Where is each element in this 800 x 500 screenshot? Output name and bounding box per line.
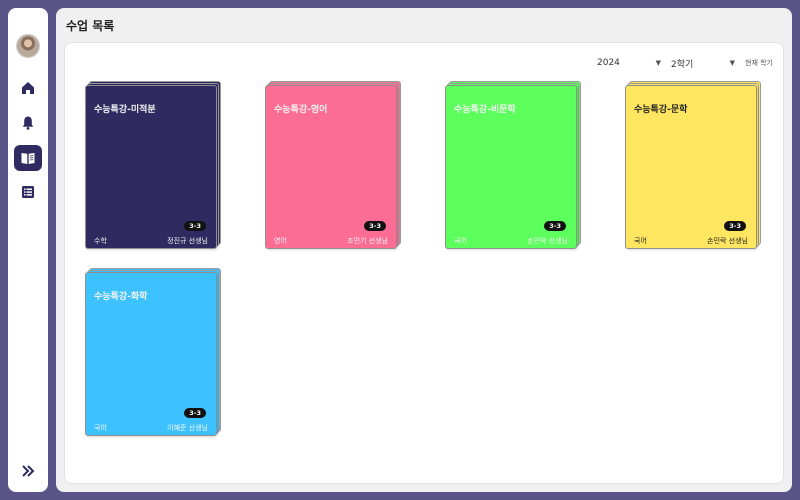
nav-list[interactable] bbox=[14, 179, 42, 205]
main-panel: 수업 목록 2024 ▼ 2학기 ▼ 현재 학기 수능특강-미적분 3-3 수학… bbox=[56, 8, 792, 492]
course-teacher: 정진규 선생님 bbox=[167, 237, 208, 245]
card-cover: 수능특강-미적분 3-3 수학 정진규 선생님 bbox=[85, 85, 217, 249]
course-card[interactable]: 수능특강-영어 3-3 영어 조민기 선생님 bbox=[265, 81, 401, 253]
caret-down-icon: ▼ bbox=[655, 59, 661, 67]
card-cover: 수능특강-비문학 3-3 국어 손민락 선생님 bbox=[445, 85, 577, 249]
year-select[interactable]: 2024 ▼ bbox=[597, 58, 661, 68]
class-badge: 3-3 bbox=[544, 221, 566, 231]
course-teacher: 이혜준 선생님 bbox=[167, 424, 208, 432]
nav-notifications[interactable] bbox=[14, 110, 42, 136]
course-card[interactable]: 수능특강-문학 3-3 국어 손민락 선생님 bbox=[625, 81, 761, 253]
term-filters: 2024 ▼ 2학기 ▼ 현재 학기 bbox=[597, 55, 773, 71]
course-teacher: 조민기 선생님 bbox=[347, 237, 388, 245]
course-card[interactable]: 수능특강-화학 3-3 국어 이혜준 선생님 bbox=[85, 268, 221, 440]
caret-down-icon: ▼ bbox=[729, 59, 735, 67]
list-icon bbox=[22, 186, 34, 198]
course-list: 2024 ▼ 2학기 ▼ 현재 학기 수능특강-미적분 3-3 수학 정진규 선… bbox=[64, 42, 784, 484]
course-teacher: 손민락 선생님 bbox=[527, 237, 568, 245]
course-title: 수능특강-비문학 bbox=[454, 105, 516, 115]
home-icon bbox=[22, 82, 34, 94]
expand-sidebar-button[interactable] bbox=[16, 460, 40, 482]
avatar[interactable] bbox=[16, 34, 40, 58]
course-subject: 국어 bbox=[454, 237, 467, 245]
book-icon bbox=[21, 153, 35, 164]
course-teacher: 손민락 선생님 bbox=[707, 237, 748, 245]
card-cover: 수능특강-영어 3-3 영어 조민기 선생님 bbox=[265, 85, 397, 249]
current-term-link[interactable]: 현재 학기 bbox=[745, 58, 773, 68]
semester-select-value: 2학기 bbox=[671, 59, 694, 70]
double-chevron-right-icon bbox=[22, 465, 35, 477]
course-card[interactable]: 수능특강-비문학 3-3 국어 손민락 선생님 bbox=[445, 81, 581, 253]
class-badge: 3-3 bbox=[184, 221, 206, 231]
course-title: 수능특강-미적분 bbox=[94, 105, 156, 115]
nav-classes[interactable] bbox=[14, 145, 42, 171]
nav-home[interactable] bbox=[14, 75, 42, 101]
course-card[interactable]: 수능특강-미적분 3-3 수학 정진규 선생님 bbox=[85, 81, 221, 253]
class-badge: 3-3 bbox=[724, 221, 746, 231]
semester-select[interactable]: 2학기 ▼ bbox=[671, 57, 735, 70]
sidebar bbox=[8, 8, 48, 492]
course-subject: 국어 bbox=[634, 237, 647, 245]
course-subject: 수학 bbox=[94, 237, 107, 245]
class-badge: 3-3 bbox=[364, 221, 386, 231]
course-title: 수능특강-문학 bbox=[634, 105, 688, 115]
course-subject: 국어 bbox=[94, 424, 107, 432]
course-title: 수능특강-화학 bbox=[94, 292, 148, 302]
course-subject: 영어 bbox=[274, 237, 287, 245]
card-cover: 수능특강-화학 3-3 국어 이혜준 선생님 bbox=[85, 272, 217, 436]
course-title: 수능특강-영어 bbox=[274, 105, 328, 115]
class-badge: 3-3 bbox=[184, 408, 206, 418]
card-cover: 수능특강-문학 3-3 국어 손민락 선생님 bbox=[625, 85, 757, 249]
bell-icon bbox=[22, 116, 34, 130]
page-title: 수업 목록 bbox=[66, 19, 115, 33]
year-select-value: 2024 bbox=[597, 58, 620, 68]
